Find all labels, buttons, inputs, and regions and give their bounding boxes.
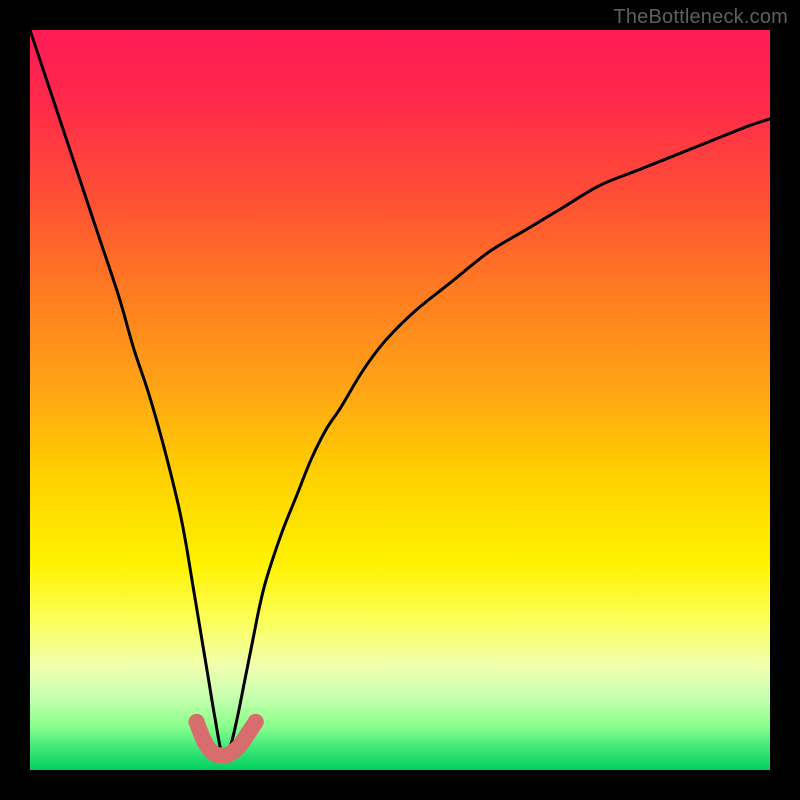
figure-root: TheBottleneck.com <box>0 0 800 800</box>
watermark-text: TheBottleneck.com <box>613 6 788 29</box>
background-gradient <box>30 30 770 770</box>
plot-area <box>30 30 770 770</box>
